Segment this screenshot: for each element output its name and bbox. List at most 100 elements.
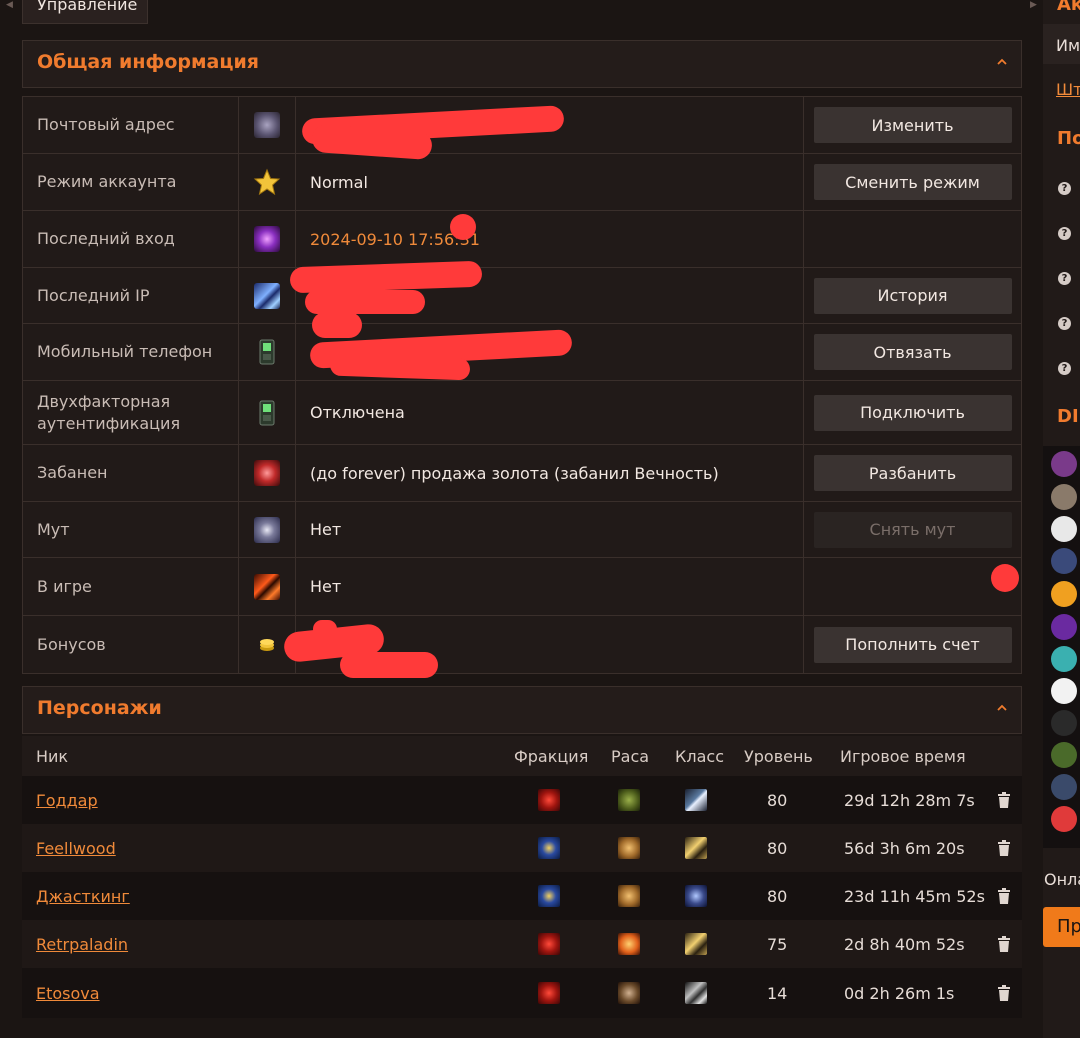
avatar[interactable]	[1051, 451, 1077, 477]
change-email-button[interactable]: Изменить	[813, 107, 1012, 143]
in-game-value: Нет	[296, 558, 804, 615]
scroll-left-icon[interactable]: ◀	[6, 0, 16, 10]
paladin-class-icon	[685, 837, 707, 859]
avatar[interactable]	[1051, 548, 1077, 574]
column-header-race[interactable]: Раса	[611, 736, 649, 776]
two-factor-value: Отключена	[296, 381, 804, 444]
history-button[interactable]: История	[813, 277, 1012, 314]
chevron-up-icon[interactable]	[995, 55, 1009, 69]
character-level: 80	[767, 838, 788, 858]
sidebar-link[interactable]: Шт	[1056, 80, 1080, 99]
help-question-icon[interactable]: ?	[1058, 317, 1071, 330]
column-header-faction[interactable]: Фракция	[514, 736, 588, 776]
star-icon	[253, 168, 281, 196]
account-mode-value: Normal	[296, 154, 804, 210]
trash-icon[interactable]	[997, 936, 1011, 952]
fire-icon	[254, 573, 280, 600]
character-level: 14	[767, 983, 788, 1003]
row-label: Мобильный телефон	[23, 324, 239, 380]
network-icon	[254, 282, 280, 309]
row-label: Бонусов	[23, 616, 239, 673]
sidebar-action-button[interactable]: Пр	[1043, 907, 1080, 947]
phone-icon	[259, 400, 275, 425]
human-race-icon	[618, 837, 640, 859]
last-login-value: 2024-09-10 17:56:31	[296, 211, 804, 267]
orc-race-icon	[618, 789, 640, 811]
row-label: Последний IP	[23, 268, 239, 323]
column-header-nick[interactable]: Ник	[36, 736, 68, 776]
table-row: Feellwood 80 56d 3h 6m 20s	[22, 824, 1022, 872]
character-playtime: 56d 3h 6m 20s	[844, 838, 965, 858]
row-last-ip: Последний IP История	[23, 268, 1021, 324]
unban-button[interactable]: Разбанить	[813, 455, 1012, 491]
sidebar-online-label: Онла	[1044, 870, 1080, 889]
avatar[interactable]	[1051, 581, 1077, 607]
general-info-header[interactable]: Общая информация	[22, 40, 1022, 88]
row-label: Мут	[23, 502, 239, 557]
sidebar-heading-help: По	[1057, 128, 1080, 149]
column-header-class[interactable]: Класс	[675, 736, 724, 776]
row-label: Двухфакторная аутентификация	[23, 381, 239, 444]
row-label: Забанен	[23, 445, 239, 501]
characters-header[interactable]: Персонажи	[22, 686, 1022, 734]
character-playtime: 29d 12h 28m 7s	[844, 790, 975, 810]
trash-icon[interactable]	[997, 985, 1011, 1001]
help-question-icon[interactable]: ?	[1058, 272, 1071, 285]
character-level: 75	[767, 934, 788, 954]
help-question-icon[interactable]: ?	[1058, 362, 1071, 375]
row-account-mode: Режим аккаунта Normal Сменить режим	[23, 154, 1021, 211]
blood-elf-race-icon	[618, 933, 640, 955]
character-link[interactable]: Feellwood	[36, 839, 116, 858]
tauren-race-icon	[618, 982, 640, 1004]
discord-member-list	[1043, 446, 1080, 848]
avatar[interactable]	[1051, 614, 1077, 640]
avatar[interactable]	[1051, 646, 1077, 672]
avatar[interactable]	[1051, 516, 1077, 542]
top-tab-strip: ◀ Управление ▶	[0, 0, 1080, 24]
enable-2fa-button[interactable]: Подключить	[813, 394, 1012, 431]
trash-icon[interactable]	[997, 888, 1011, 904]
help-question-icon[interactable]: ?	[1058, 227, 1071, 240]
unmute-button[interactable]: Снять мут	[813, 511, 1012, 548]
death-knight-class-icon	[685, 885, 707, 907]
avatar[interactable]	[1051, 484, 1077, 510]
column-header-level[interactable]: Уровень	[744, 736, 813, 776]
chevron-up-icon[interactable]	[995, 701, 1009, 715]
tab-management[interactable]: Управление	[22, 0, 148, 24]
row-label: Последний вход	[23, 211, 239, 267]
mute-icon	[254, 516, 280, 543]
sidebar-heading-discord: DIS	[1057, 406, 1080, 427]
character-link[interactable]: Джасткинг	[36, 887, 130, 906]
character-playtime: 23d 11h 45m 52s	[844, 886, 985, 906]
avatar[interactable]	[1051, 710, 1077, 736]
sidebar-heading-account: Ак	[1057, 0, 1080, 15]
horde-faction-icon	[538, 789, 560, 811]
trash-icon[interactable]	[997, 840, 1011, 856]
table-row: Retrpaladin 75 2d 8h 40m 52s	[22, 920, 1022, 968]
horde-faction-icon	[538, 982, 560, 1004]
trash-icon[interactable]	[997, 792, 1011, 808]
avatar[interactable]	[1051, 742, 1077, 768]
column-header-playtime[interactable]: Игровое время	[840, 736, 966, 776]
character-link[interactable]: Годдар	[36, 791, 98, 810]
change-mode-button[interactable]: Сменить режим	[813, 164, 1012, 200]
avatar[interactable]	[1051, 774, 1077, 800]
characters-table: Ник Фракция Раса Класс Уровень Игровое в…	[22, 736, 1022, 1018]
table-row: Годдар 80 29d 12h 28m 7s	[22, 776, 1022, 824]
mail-icon	[254, 112, 280, 138]
general-info-table: Почтовый адрес Изменить Режим аккаунта N…	[22, 96, 1022, 674]
row-label: В игре	[23, 558, 239, 615]
unlink-phone-button[interactable]: Отвязать	[813, 334, 1012, 370]
scroll-right-icon[interactable]: ▶	[1030, 0, 1040, 10]
avatar[interactable]	[1051, 678, 1077, 704]
coins-icon	[260, 638, 274, 651]
character-link[interactable]: Retrpaladin	[36, 935, 128, 954]
general-info-title: Общая информация	[37, 51, 259, 73]
help-question-icon[interactable]: ?	[1058, 182, 1071, 195]
table-row: Джасткинг 80 23d 11h 45m 52s	[22, 872, 1022, 920]
top-up-button[interactable]: Пополнить счет	[813, 626, 1012, 663]
alliance-faction-icon	[538, 885, 560, 907]
row-in-game: В игре Нет	[23, 558, 1021, 616]
avatar[interactable]	[1051, 806, 1077, 832]
character-link[interactable]: Etosova	[36, 984, 100, 1003]
